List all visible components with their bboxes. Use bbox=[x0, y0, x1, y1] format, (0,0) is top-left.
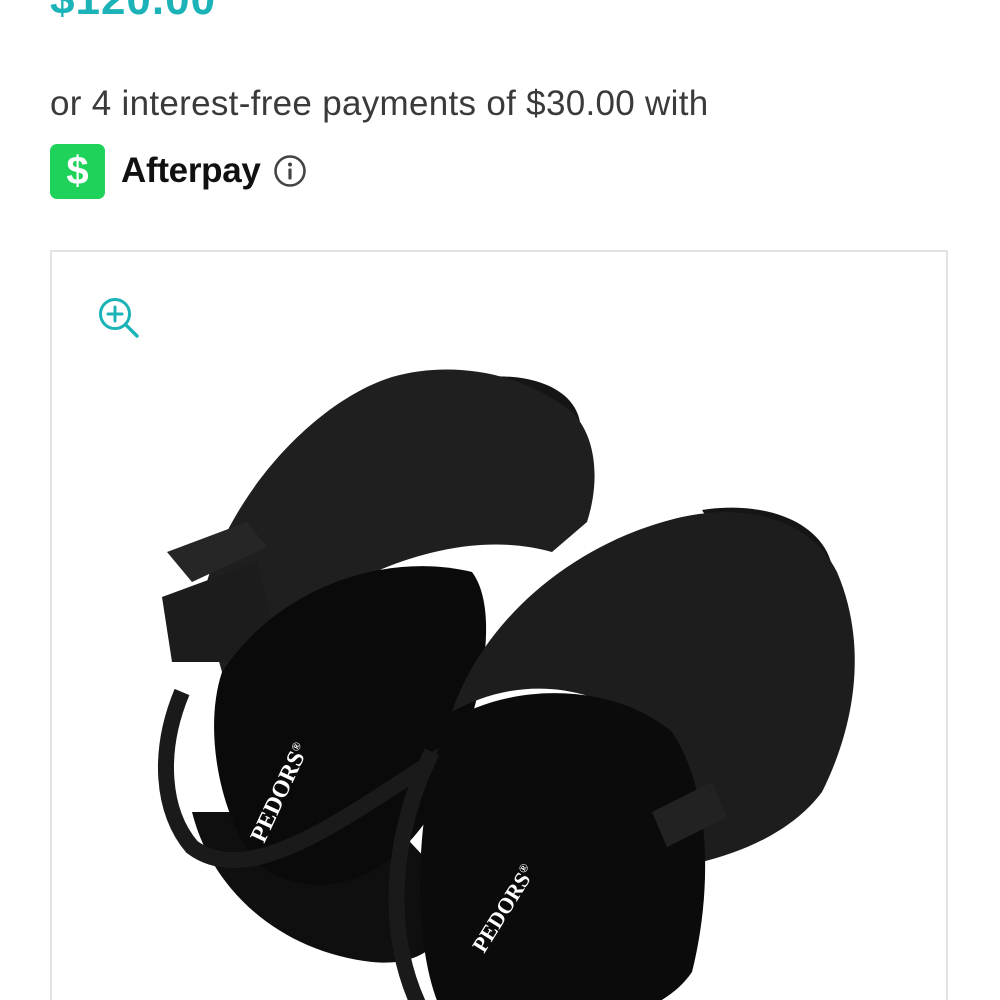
afterpay-logo: $ bbox=[50, 143, 105, 199]
product-price: $120.00 bbox=[50, 0, 216, 22]
afterpay-name: Afterpay bbox=[121, 151, 261, 190]
info-icon[interactable] bbox=[273, 154, 307, 188]
installments-text: or 4 interest-free payments of $30.00 wi… bbox=[50, 84, 709, 123]
product-image-frame[interactable]: PEDORS® PEDORS® bbox=[50, 250, 948, 1000]
product-detail-page: $120.00 or 4 interest-free payments of $… bbox=[0, 0, 1000, 1000]
zoom-in-icon[interactable] bbox=[96, 295, 142, 341]
product-image: PEDORS® PEDORS® bbox=[157, 369, 855, 1000]
afterpay-row[interactable]: $ Afterpay bbox=[50, 143, 307, 199]
